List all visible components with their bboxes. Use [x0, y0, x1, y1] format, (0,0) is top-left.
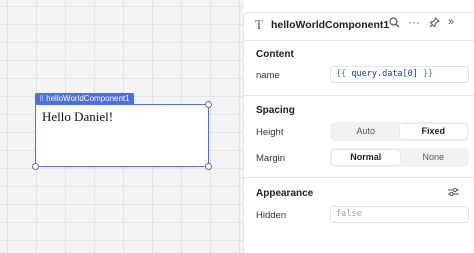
code-expression: query.data[0] [351, 69, 418, 79]
component-name-tag[interactable]: ⠿ helloWorldComponent1 [35, 93, 134, 104]
margin-label: Margin [256, 153, 286, 164]
text-type-icon: T [255, 17, 263, 32]
resize-handle-top-right[interactable] [205, 101, 212, 108]
section-title-content: Content [256, 49, 294, 60]
resize-handle-bottom-right[interactable] [205, 163, 212, 170]
inspector-panel: T helloWorldComponent1 ··· » Content nam… [243, 12, 474, 253]
hidden-label: Hidden [256, 210, 287, 221]
pin-icon[interactable] [429, 17, 440, 31]
sliders-icon[interactable] [448, 187, 459, 200]
selected-component[interactable]: Hello Daniel! [35, 104, 209, 167]
section-title-appearance: Appearance [256, 188, 314, 199]
code-close-brace: }} [423, 69, 434, 79]
search-icon[interactable] [389, 17, 400, 31]
editor-canvas[interactable]: ⠿ helloWorldComponent1 Hello Daniel! [0, 0, 244, 253]
section-title-spacing: Spacing [256, 105, 295, 116]
name-label: name [256, 70, 280, 81]
inspector-header: T helloWorldComponent1 ··· » [244, 13, 474, 39]
resize-handle-bottom-left[interactable] [32, 163, 39, 170]
divider [244, 95, 474, 96]
margin-option-none[interactable]: None [400, 150, 468, 165]
collapse-icon[interactable]: » [448, 16, 454, 28]
more-icon[interactable]: ··· [408, 15, 420, 29]
height-option-fixed[interactable]: Fixed [399, 124, 467, 139]
margin-option-normal[interactable]: Normal [332, 150, 400, 165]
divider [244, 177, 474, 178]
component-text: Hello Daniel! [42, 109, 114, 124]
height-option-auto[interactable]: Auto [332, 124, 400, 139]
name-input[interactable]: {{ query.data[0] }} [330, 66, 469, 83]
height-segmented-control: Auto Fixed [330, 122, 469, 141]
drag-grip-icon[interactable]: ⠿ [39, 96, 44, 103]
code-open-brace: {{ [336, 69, 347, 79]
margin-segmented-control: Normal None [330, 148, 469, 167]
component-title[interactable]: helloWorldComponent1 [271, 19, 389, 31]
height-label: Height [256, 127, 284, 138]
component-tag-label: helloWorldComponent1 [46, 94, 130, 103]
divider [244, 40, 474, 41]
hidden-input[interactable]: false [330, 206, 469, 223]
